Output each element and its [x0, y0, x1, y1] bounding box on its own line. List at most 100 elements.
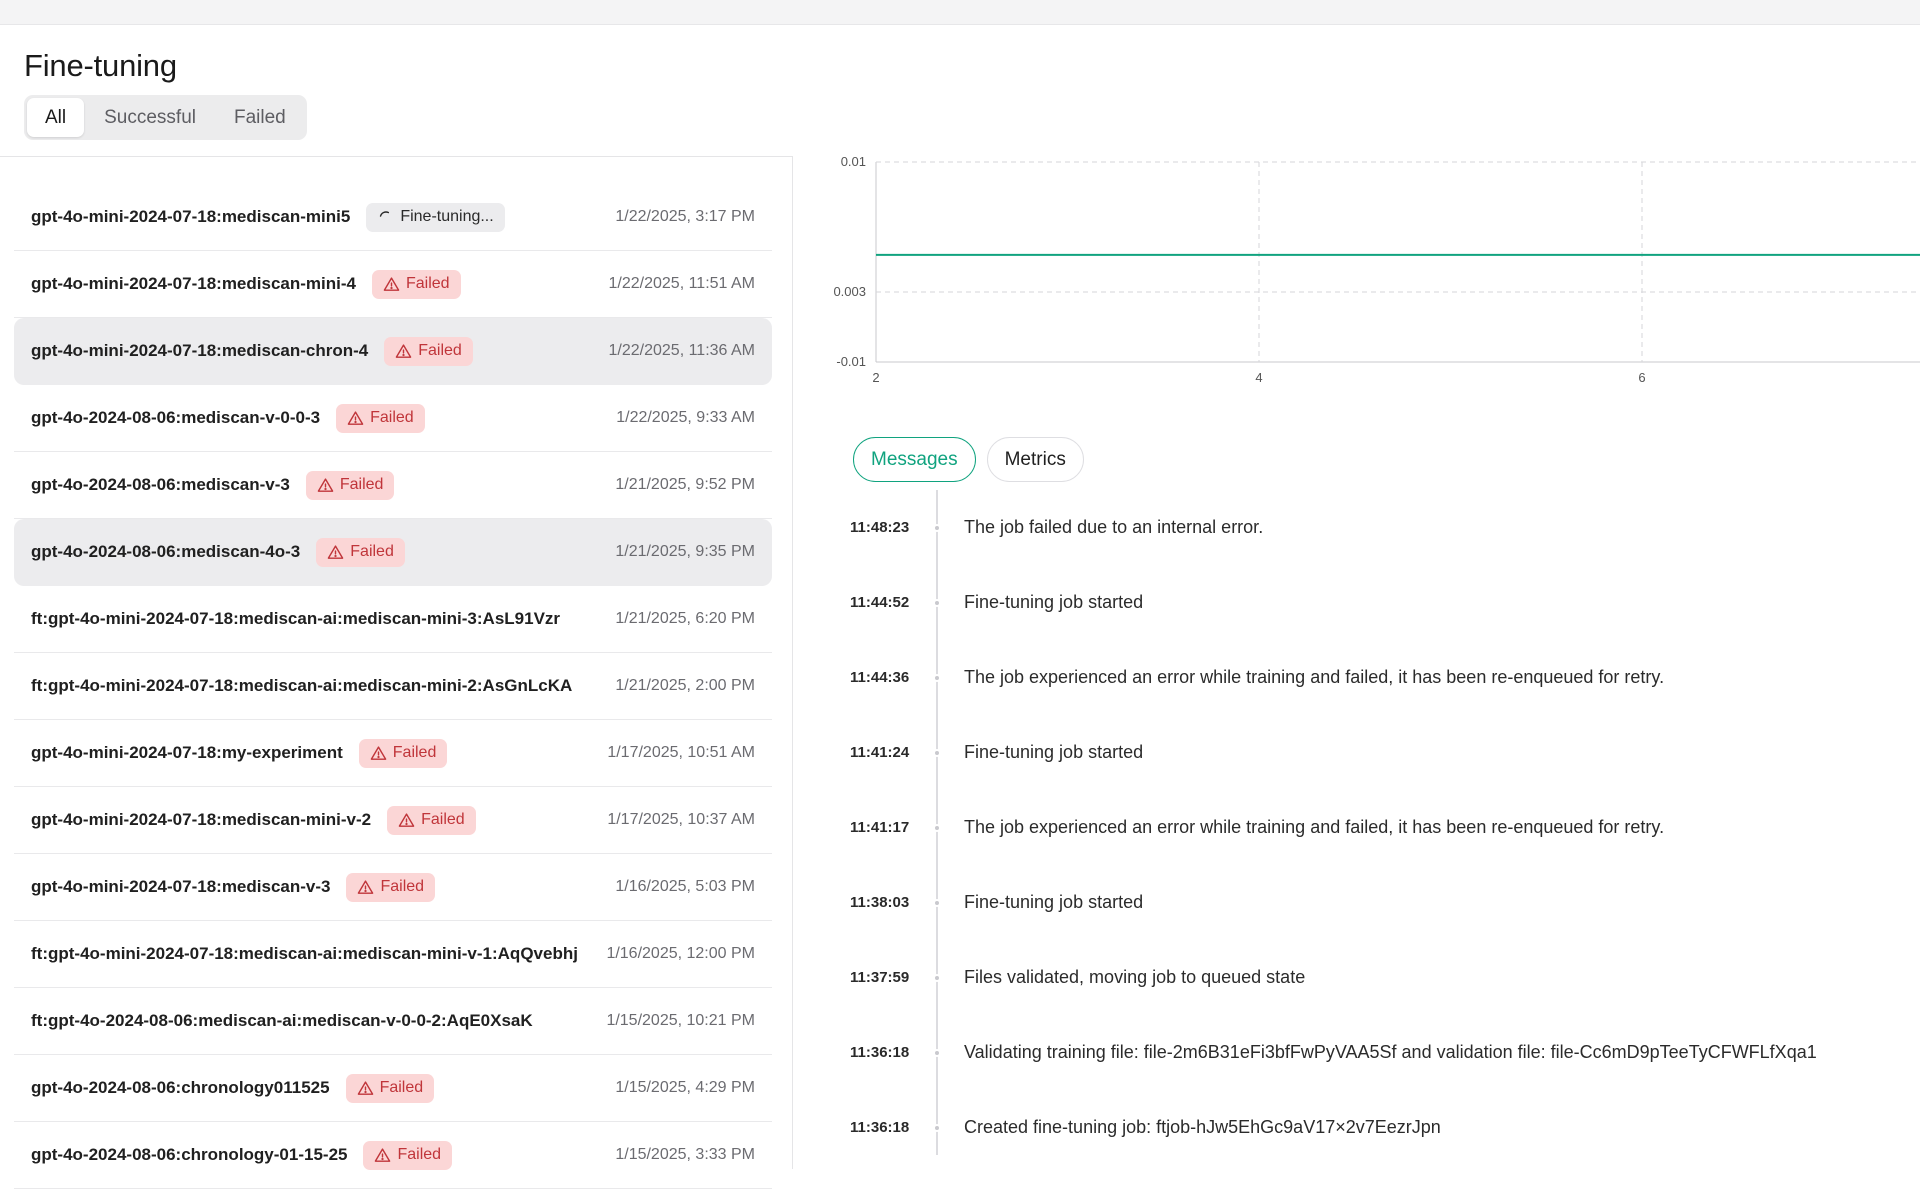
job-date: 1/22/2025, 11:51 AM [608, 275, 755, 292]
event-message: The job experienced an error while train… [964, 667, 1665, 687]
job-row[interactable]: ft:gpt-4o-mini-2024-07-18:mediscan-ai:me… [14, 653, 772, 720]
event-message: Created fine-tuning job: ftjob-hJw5EhGc9… [964, 1117, 1441, 1137]
event-message: The job failed due to an internal error. [964, 517, 1264, 537]
job-date: 1/22/2025, 3:17 PM [615, 208, 755, 225]
status-label: Failed [350, 543, 394, 560]
status-label: Failed [380, 878, 425, 895]
status-badge: Failed [384, 336, 473, 366]
top-bar [0, 0, 1920, 25]
tab-messages[interactable]: Messages [853, 437, 976, 482]
status-label: Failed [379, 1079, 424, 1096]
detail-tabs: Messages Metrics [853, 437, 1084, 482]
tab-metrics[interactable]: Metrics [986, 437, 1084, 482]
job-row[interactable]: gpt-4o-mini-2024-07-18:mediscan-v-3 Faile… [14, 854, 772, 921]
filter-tab-successful[interactable]: Successful [86, 98, 214, 137]
job-date: 1/17/2025, 10:37 AM [607, 811, 755, 828]
event-dot [933, 523, 941, 532]
job-row[interactable]: gpt-4o-2024-08-06:mediscan-4o-3 Failed 1/2… [14, 519, 772, 586]
status-badge: Failed [345, 1073, 435, 1103]
event-dot [933, 673, 941, 682]
event-dot [933, 973, 941, 982]
warning-icon [383, 276, 400, 293]
job-date: 1/16/2025, 5:03 PM [615, 878, 755, 895]
status-badge: Failed [371, 269, 461, 299]
event-message: Fine-tuning job started [964, 592, 1144, 612]
event-message: Validating training file: file-2m6B31eFi… [964, 1042, 1817, 1062]
status-badge: Failed [346, 872, 436, 902]
x-tick-label: 6 [1638, 370, 1645, 385]
job-row[interactable]: gpt-4o-mini-2024-07-18:mediscan-mini5 Fin… [14, 184, 772, 251]
event-time: 11:44:36 [850, 669, 910, 686]
timeline-event: 11:48:23 The job failed due to an interna… [850, 490, 1920, 565]
status-badge: Failed [305, 470, 395, 500]
status-label: Fine-tuning... [400, 208, 494, 225]
job-name: gpt-4o-2024-08-06:chronology011525 [31, 1078, 330, 1097]
x-tick-label: 2 [872, 370, 879, 385]
job-name: gpt-4o-2024-08-06:mediscan-v-3 [31, 475, 290, 494]
job-list: gpt-4o-mini-2024-07-18:mediscan-mini5 Fin… [14, 184, 772, 1189]
event-timeline: 11:48:23 The job failed due to an interna… [850, 490, 1920, 1165]
job-date: 1/21/2025, 6:20 PM [615, 610, 755, 627]
y-tick-label: 0.01 [841, 156, 866, 169]
job-row[interactable]: gpt-4o-mini-2024-07-18:mediscan-chron-4 F… [14, 318, 772, 385]
x-tick-label: 4 [1255, 370, 1262, 385]
timeline-event: 11:36:18 Validating training file: file-2… [850, 1015, 1920, 1090]
job-row[interactable]: gpt-4o-mini-2024-07-18:mediscan-mini-v-2… [14, 787, 772, 854]
timeline-event: 11:41:17 The job experienced an error whi… [850, 790, 1920, 865]
event-time: 11:38:03 [850, 894, 910, 911]
status-badge: Failed [387, 805, 476, 835]
job-name: ft:gpt-4o-2024-08-06:mediscan-ai:medisca… [31, 1011, 533, 1030]
job-name: gpt-4o-2024-08-06:mediscan-v-0-0-3 [31, 408, 321, 427]
warning-icon [370, 745, 387, 762]
job-name: gpt-4o-mini-2024-07-18:mediscan-v-3 [31, 877, 331, 896]
job-row[interactable]: ft:gpt-4o-mini-2024-07-18:mediscan-ai:me… [14, 586, 772, 653]
job-row[interactable]: gpt-4o-2024-08-06:mediscan-v-3 Failed 1/21… [14, 452, 772, 519]
timeline-event: 11:37:59 Files validated, moving job to q… [850, 940, 1920, 1015]
job-row[interactable]: gpt-4o-2024-08-06:mediscan-v-0-0-3 Failed… [14, 385, 772, 452]
job-row[interactable]: gpt-4o-mini-2024-07-18:my-experiment Fail… [14, 720, 772, 787]
job-row[interactable]: gpt-4o-2024-08-06:chronology-01-15-25 Fai… [14, 1122, 772, 1189]
job-row[interactable]: ft:gpt-4o-2024-08-06:mediscan-ai:medisca… [14, 988, 772, 1055]
event-dot [933, 1123, 941, 1132]
event-dot [933, 598, 941, 607]
status-badge: Failed [336, 403, 425, 433]
job-date: 1/21/2025, 9:52 PM [615, 476, 755, 493]
job-name: ft:gpt-4o-mini-2024-07-18:mediscan-ai:me… [31, 944, 578, 963]
job-name: gpt-4o-mini-2024-07-18:mediscan-mini-4 [31, 274, 356, 293]
warning-icon [327, 544, 344, 561]
filter-tab-failed[interactable]: Failed [216, 98, 304, 137]
job-row[interactable]: ft:gpt-4o-mini-2024-07-18:mediscan-ai:me… [14, 921, 772, 988]
status-badge: Failed [363, 1140, 453, 1170]
timeline-event: 11:44:36 The job experienced an error whi… [850, 640, 1920, 715]
event-dot [933, 823, 941, 832]
job-row[interactable]: gpt-4o-2024-08-06:chronology011525 Failed… [14, 1055, 772, 1122]
filter-tab-all[interactable]: All [27, 98, 85, 137]
timeline-event: 11:41:24 Fine-tuning job started [850, 715, 1920, 790]
timeline-event: 11:38:03 Fine-tuning job started [850, 865, 1920, 940]
job-date: 1/22/2025, 9:33 AM [616, 409, 755, 426]
status-badge: Failed [358, 738, 448, 768]
timeline-event: 11:36:18 Created fine-tuning job: ftjob-h… [850, 1090, 1920, 1165]
job-name: gpt-4o-2024-08-06:chronology-01-15-25 [31, 1145, 348, 1164]
timeline-event: 11:44:52 Fine-tuning job started [850, 565, 1920, 640]
status-badge: Fine-tuning... [366, 202, 505, 232]
job-row[interactable]: gpt-4o-mini-2024-07-18:mediscan-mini-4 Fa… [14, 251, 772, 318]
status-label: Failed [405, 275, 450, 292]
status-label: Failed [370, 409, 414, 426]
y-tick-label: -0.01 [836, 354, 866, 369]
job-name: ft:gpt-4o-mini-2024-07-18:mediscan-ai:me… [31, 609, 561, 628]
event-message: The job experienced an error while train… [964, 817, 1665, 837]
event-message: Fine-tuning job started [964, 742, 1144, 762]
job-date: 1/15/2025, 3:33 PM [615, 1146, 755, 1163]
event-time: 11:41:17 [850, 819, 910, 836]
event-dot [933, 748, 941, 757]
job-date: 1/22/2025, 11:36 AM [608, 342, 755, 359]
job-date: 1/21/2025, 2:00 PM [615, 677, 755, 694]
spinner-icon [377, 209, 394, 226]
status-label: Failed [339, 476, 384, 493]
job-name: gpt-4o-mini-2024-07-18:my-experiment [31, 743, 343, 762]
status-label: Failed [418, 342, 462, 359]
event-dot [933, 898, 941, 907]
chart-svg: 0.01 0.003 -0.01 2 4 6 [833, 156, 1920, 385]
status-badge: Failed [316, 537, 405, 567]
